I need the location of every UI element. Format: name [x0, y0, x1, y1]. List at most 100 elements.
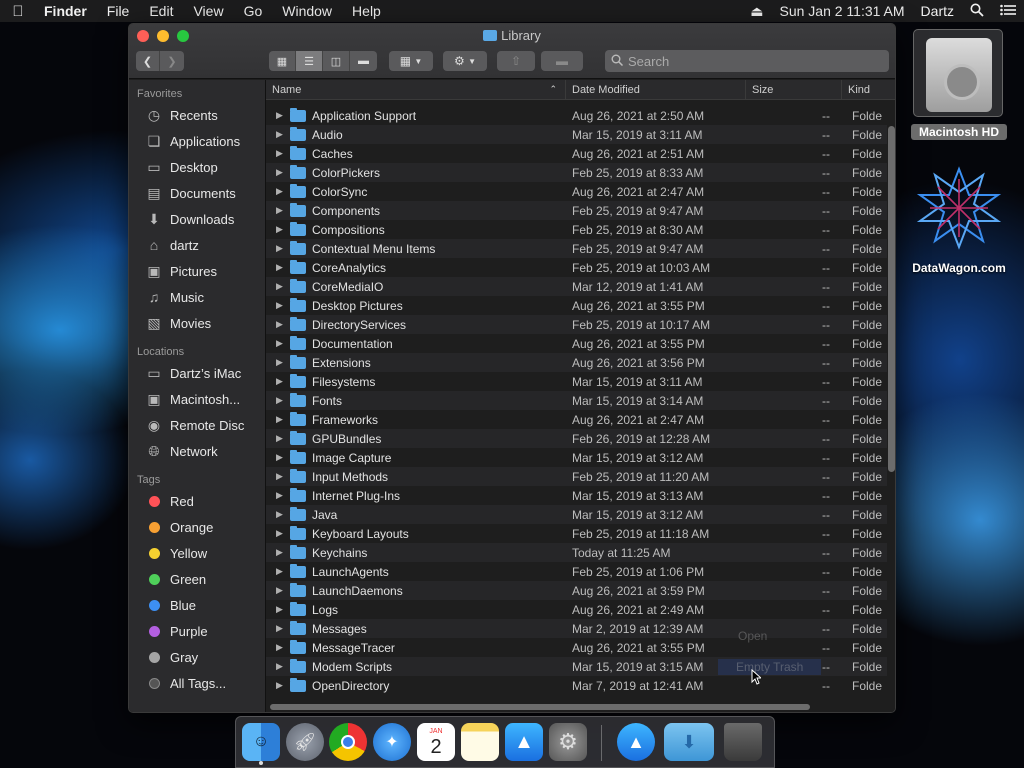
sidebar-tag-yellow[interactable]: Yellow: [129, 540, 265, 566]
disclosure-triangle-icon[interactable]: ▶: [276, 300, 290, 311]
table-row[interactable]: ▶ GPUBundles Feb 26, 2019 at 12:28 AM -- Fol…: [266, 429, 887, 448]
horizontal-scrollbar[interactable]: [270, 704, 810, 710]
eject-icon[interactable]: ⏏: [742, 3, 771, 20]
table-row[interactable]: ▶ Application Support Aug 26, 2021 at 2:50…: [266, 106, 887, 125]
table-row[interactable]: ▶ ColorSync Aug 26, 2021 at 2:47 AM -- Folde: [266, 182, 887, 201]
disclosure-triangle-icon[interactable]: ▶: [276, 623, 290, 634]
table-row[interactable]: ▶ Internet Plug-Ins Mar 15, 2019 at 3:13 A…: [266, 486, 887, 505]
table-row[interactable]: ▶ Messages Mar 2, 2019 at 12:39 AM -- Folde: [266, 619, 887, 638]
table-row[interactable]: ▶ ColorPickers Feb 25, 2019 at 8:33 AM -- Fo…: [266, 163, 887, 182]
menu-go[interactable]: Go: [234, 3, 273, 19]
sidebar-item-imac[interactable]: ▭ Dartz’s iMac: [129, 360, 265, 386]
tags-button[interactable]: ▬: [541, 51, 583, 71]
table-row[interactable]: ▶ Desktop Pictures Aug 26, 2021 at 3:55 PM…: [266, 296, 887, 315]
sidebar-item-macintosh-hd[interactable]: ▣ Macintosh...: [129, 386, 265, 412]
group-by-button[interactable]: ▦ ▼: [389, 51, 433, 71]
back-button[interactable]: ❮: [136, 51, 160, 71]
share-button[interactable]: ⇧: [497, 51, 535, 71]
apple-icon[interactable]: : [0, 3, 36, 20]
table-row[interactable]: ▶ DirectoryServices Feb 25, 2019 at 10:17 …: [266, 315, 887, 334]
search-field[interactable]: Search: [605, 50, 889, 72]
disclosure-triangle-icon[interactable]: ▶: [276, 357, 290, 368]
sidebar-tag-gray[interactable]: Gray: [129, 644, 265, 670]
disclosure-triangle-icon[interactable]: ▶: [276, 110, 290, 121]
disclosure-triangle-icon[interactable]: ▶: [276, 376, 290, 387]
sidebar-item-desktop[interactable]: ▭ Desktop: [129, 154, 265, 180]
sidebar-item-documents[interactable]: ▤ Documents: [129, 180, 265, 206]
column-header-size[interactable]: Size: [746, 79, 842, 100]
table-row[interactable]: ▶ Compositions Feb 25, 2019 at 8:30 AM -- Fo…: [266, 220, 887, 239]
gallery-view-icon[interactable]: ▬: [350, 51, 377, 71]
table-row[interactable]: ▶ Caches Aug 26, 2021 at 2:51 AM -- Folde: [266, 144, 887, 163]
table-row[interactable]: ▶ Logs Aug 26, 2021 at 2:49 AM -- Folde: [266, 600, 887, 619]
menu-window[interactable]: Window: [272, 3, 342, 19]
disclosure-triangle-icon[interactable]: ▶: [276, 547, 290, 558]
disclosure-triangle-icon[interactable]: ▶: [276, 243, 290, 254]
table-row[interactable]: ▶ CoreMediaIO Mar 12, 2019 at 1:41 AM -- Fol…: [266, 277, 887, 296]
table-row[interactable]: ▶ LaunchAgents Feb 25, 2019 at 1:06 PM -- Fo…: [266, 562, 887, 581]
column-header-date[interactable]: Date Modified: [566, 79, 746, 100]
notes-icon[interactable]: [461, 723, 499, 761]
disclosure-triangle-icon[interactable]: ▶: [276, 452, 290, 463]
safari-icon[interactable]: ✦: [373, 723, 411, 761]
disclosure-triangle-icon[interactable]: ▶: [276, 490, 290, 501]
table-row[interactable]: ▶ Java Mar 15, 2019 at 3:12 AM -- Folde: [266, 505, 887, 524]
sidebar-item-downloads[interactable]: ⬇ Downloads: [129, 206, 265, 232]
sidebar-item-music[interactable]: ♫ Music: [129, 284, 265, 310]
disclosure-triangle-icon[interactable]: ▶: [276, 319, 290, 330]
datawagon-logo-icon[interactable]: [916, 165, 1002, 251]
menu-user[interactable]: Dartz: [913, 3, 962, 19]
disclosure-triangle-icon[interactable]: ▶: [276, 167, 290, 178]
disclosure-triangle-icon[interactable]: ▶: [276, 205, 290, 216]
sidebar-item-dartz[interactable]: ⌂ dartz: [129, 232, 265, 258]
spotlight-search-icon[interactable]: [962, 3, 992, 20]
forward-button[interactable]: ❯: [160, 51, 184, 71]
menu-clock[interactable]: Sun Jan 2 11:31 AM: [771, 3, 912, 19]
menu-edit[interactable]: Edit: [139, 3, 183, 19]
disclosure-triangle-icon[interactable]: ▶: [276, 471, 290, 482]
column-view-icon[interactable]: ◫: [323, 51, 350, 71]
disclosure-triangle-icon[interactable]: ▶: [276, 395, 290, 406]
table-row[interactable]: ▶ Filesystems Mar 15, 2019 at 3:11 AM -- Fol…: [266, 372, 887, 391]
action-button[interactable]: ⚙ ▼: [443, 51, 487, 71]
menu-help[interactable]: Help: [342, 3, 391, 19]
column-header-kind[interactable]: Kind: [842, 80, 895, 100]
disclosure-triangle-icon[interactable]: ▶: [276, 433, 290, 444]
vertical-scrollbar[interactable]: [888, 126, 895, 472]
disclosure-triangle-icon[interactable]: ▶: [276, 338, 290, 349]
table-row[interactable]: ▶ Contextual Menu Items Feb 25, 2019 at 9:…: [266, 239, 887, 258]
list-view-icon[interactable]: ☰: [296, 51, 323, 71]
table-row[interactable]: ▶ Documentation Aug 26, 2021 at 3:55 PM -- F…: [266, 334, 887, 353]
system-preferences-icon[interactable]: ⚙: [549, 723, 587, 761]
sidebar-all-tags[interactable]: All Tags...: [129, 670, 265, 696]
app-store-icon[interactable]: ▲: [505, 723, 543, 761]
sidebar-tag-purple[interactable]: Purple: [129, 618, 265, 644]
sidebar-item-applications[interactable]: ❏ Applications: [129, 128, 265, 154]
table-row[interactable]: ▶ LaunchDaemons Aug 26, 2021 at 3:59 PM -- F…: [266, 581, 887, 600]
disclosure-triangle-icon[interactable]: ▶: [276, 148, 290, 159]
disclosure-triangle-icon[interactable]: ▶: [276, 224, 290, 235]
table-row[interactable]: ▶ Fonts Mar 15, 2019 at 3:14 AM -- Folde: [266, 391, 887, 410]
table-row[interactable]: ▶ Image Capture Mar 15, 2019 at 3:12 AM -- F…: [266, 448, 887, 467]
sidebar-item-remote-disc[interactable]: ◉ Remote Disc: [129, 412, 265, 438]
downloads-folder-icon[interactable]: ⬇: [664, 723, 714, 761]
sidebar-item-pictures[interactable]: ▣ Pictures: [129, 258, 265, 284]
sidebar-tag-red[interactable]: Red: [129, 488, 265, 514]
chrome-icon[interactable]: [329, 723, 367, 761]
table-row[interactable]: ▶ MessageTracer Aug 26, 2021 at 3:55 PM -- F…: [266, 638, 887, 657]
table-row[interactable]: ▶ Components Feb 25, 2019 at 9:47 AM -- Fold…: [266, 201, 887, 220]
disclosure-triangle-icon[interactable]: ▶: [276, 414, 290, 425]
column-header-name[interactable]: Name ⌃: [266, 79, 566, 100]
table-row[interactable]: ▶ Audio Mar 15, 2019 at 3:11 AM -- Folde: [266, 125, 887, 144]
table-row[interactable]: ▶ Extensions Aug 26, 2021 at 3:56 PM -- Fold…: [266, 353, 887, 372]
icon-view-icon[interactable]: ▦: [269, 51, 296, 71]
disclosure-triangle-icon[interactable]: ▶: [276, 604, 290, 615]
table-row[interactable]: ▶ Frameworks Aug 26, 2021 at 2:47 AM -- Fold…: [266, 410, 887, 429]
table-row[interactable]: ▶ OpenDirectory Mar 7, 2019 at 12:41 AM -- F…: [266, 676, 887, 695]
calendar-icon[interactable]: JAN 2: [417, 723, 455, 761]
menu-view[interactable]: View: [183, 3, 233, 19]
table-row[interactable]: ▶ Input Methods Feb 25, 2019 at 11:20 AM --…: [266, 467, 887, 486]
sidebar-tag-orange[interactable]: Orange: [129, 514, 265, 540]
disclosure-triangle-icon[interactable]: ▶: [276, 566, 290, 577]
disclosure-triangle-icon[interactable]: ▶: [276, 262, 290, 273]
